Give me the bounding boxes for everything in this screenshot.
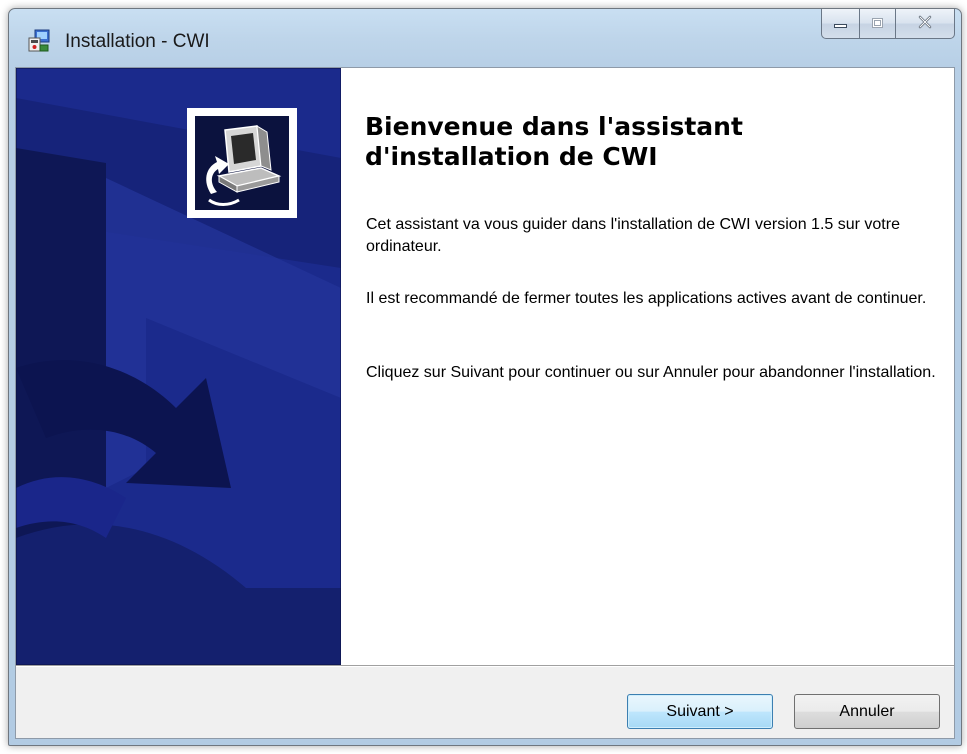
close-icon (917, 14, 933, 33)
minimize-button[interactable] (821, 9, 859, 39)
instructions-paragraph: Cliquez sur Suivant pour continuer ou su… (366, 364, 936, 381)
maximize-icon (871, 14, 885, 33)
minimize-icon (833, 14, 849, 33)
welcome-heading-line1: Bienvenue dans l'assistant (365, 112, 743, 141)
title-bar[interactable]: Installation - CWI (9, 9, 961, 67)
close-button[interactable] (895, 9, 955, 39)
wizard-content: Bienvenue dans l'assistant d'installatio… (341, 68, 954, 665)
footer-divider (16, 665, 954, 667)
caption-buttons (821, 9, 955, 39)
cancel-button[interactable]: Annuler (794, 694, 940, 729)
welcome-heading: Bienvenue dans l'assistant d'installatio… (365, 112, 925, 172)
wizard-client-area: Bienvenue dans l'assistant d'installatio… (15, 67, 955, 739)
wizard-side-image (16, 68, 341, 665)
installer-icon (26, 29, 52, 53)
next-button[interactable]: Suivant > (627, 694, 773, 729)
installer-window: Installation - CWI Bienvenue dans l'assi… (8, 8, 962, 746)
setup-computer-icon (187, 108, 297, 218)
window-title: Installation - CWI (65, 31, 210, 52)
maximize-button[interactable] (859, 9, 895, 39)
close-apps-paragraph: Il est recommandé de fermer toutes les a… (366, 290, 927, 307)
intro-paragraph: Cet assistant va vous guider dans l'inst… (366, 216, 900, 255)
welcome-heading-line2: d'installation de CWI (365, 142, 658, 171)
